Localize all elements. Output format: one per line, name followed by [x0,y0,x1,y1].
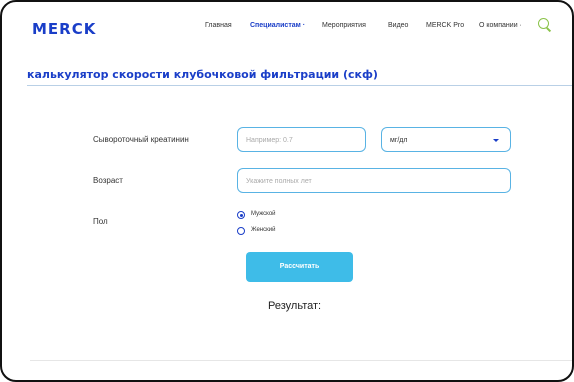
search-icon-handle [546,27,552,32]
calculate-button[interactable]: Рассчитать [246,252,353,282]
sex-option-female-label: Женский [251,227,276,233]
page-frame: Merck Главная Специалистам · Мероприятия… [0,0,574,382]
age-input[interactable]: Укажите полных лет [237,168,511,193]
nav-item-video[interactable]: Видео [388,22,408,29]
unit-select-value: мг/дл [390,137,408,144]
nav-item-merck-pro[interactable]: MERCK Pro [426,22,464,29]
merck-logo[interactable]: Merck [32,20,96,38]
footer-divider [30,360,572,361]
creatinine-label: Сывороточный креатинин [93,135,189,144]
sex-label: Пол [93,217,108,226]
nav-item-specialists[interactable]: Специалистам · [250,22,305,29]
title-divider [27,85,572,86]
radio-selected-dot [239,213,243,217]
sex-radio-female[interactable] [237,227,245,235]
unit-select[interactable]: мг/дл [381,127,511,152]
nav-item-about[interactable]: О компании · [479,22,522,29]
result-label: Результат: [268,300,322,312]
sex-option-male-label: Мужской [251,211,276,217]
nav-item-events[interactable]: Мероприятия [322,22,366,29]
search-icon[interactable] [538,18,552,32]
creatinine-input[interactable]: Например: 0.7 [237,127,366,152]
nav-item-home[interactable]: Главная [205,22,232,29]
age-label: Возраст [93,176,123,185]
page-title: калькулятор скорости клубочковой фильтра… [27,68,378,81]
chevron-down-icon [493,139,499,142]
site-header: Merck Главная Специалистам · Мероприятия… [2,2,572,50]
sex-radio-male[interactable] [237,211,245,219]
